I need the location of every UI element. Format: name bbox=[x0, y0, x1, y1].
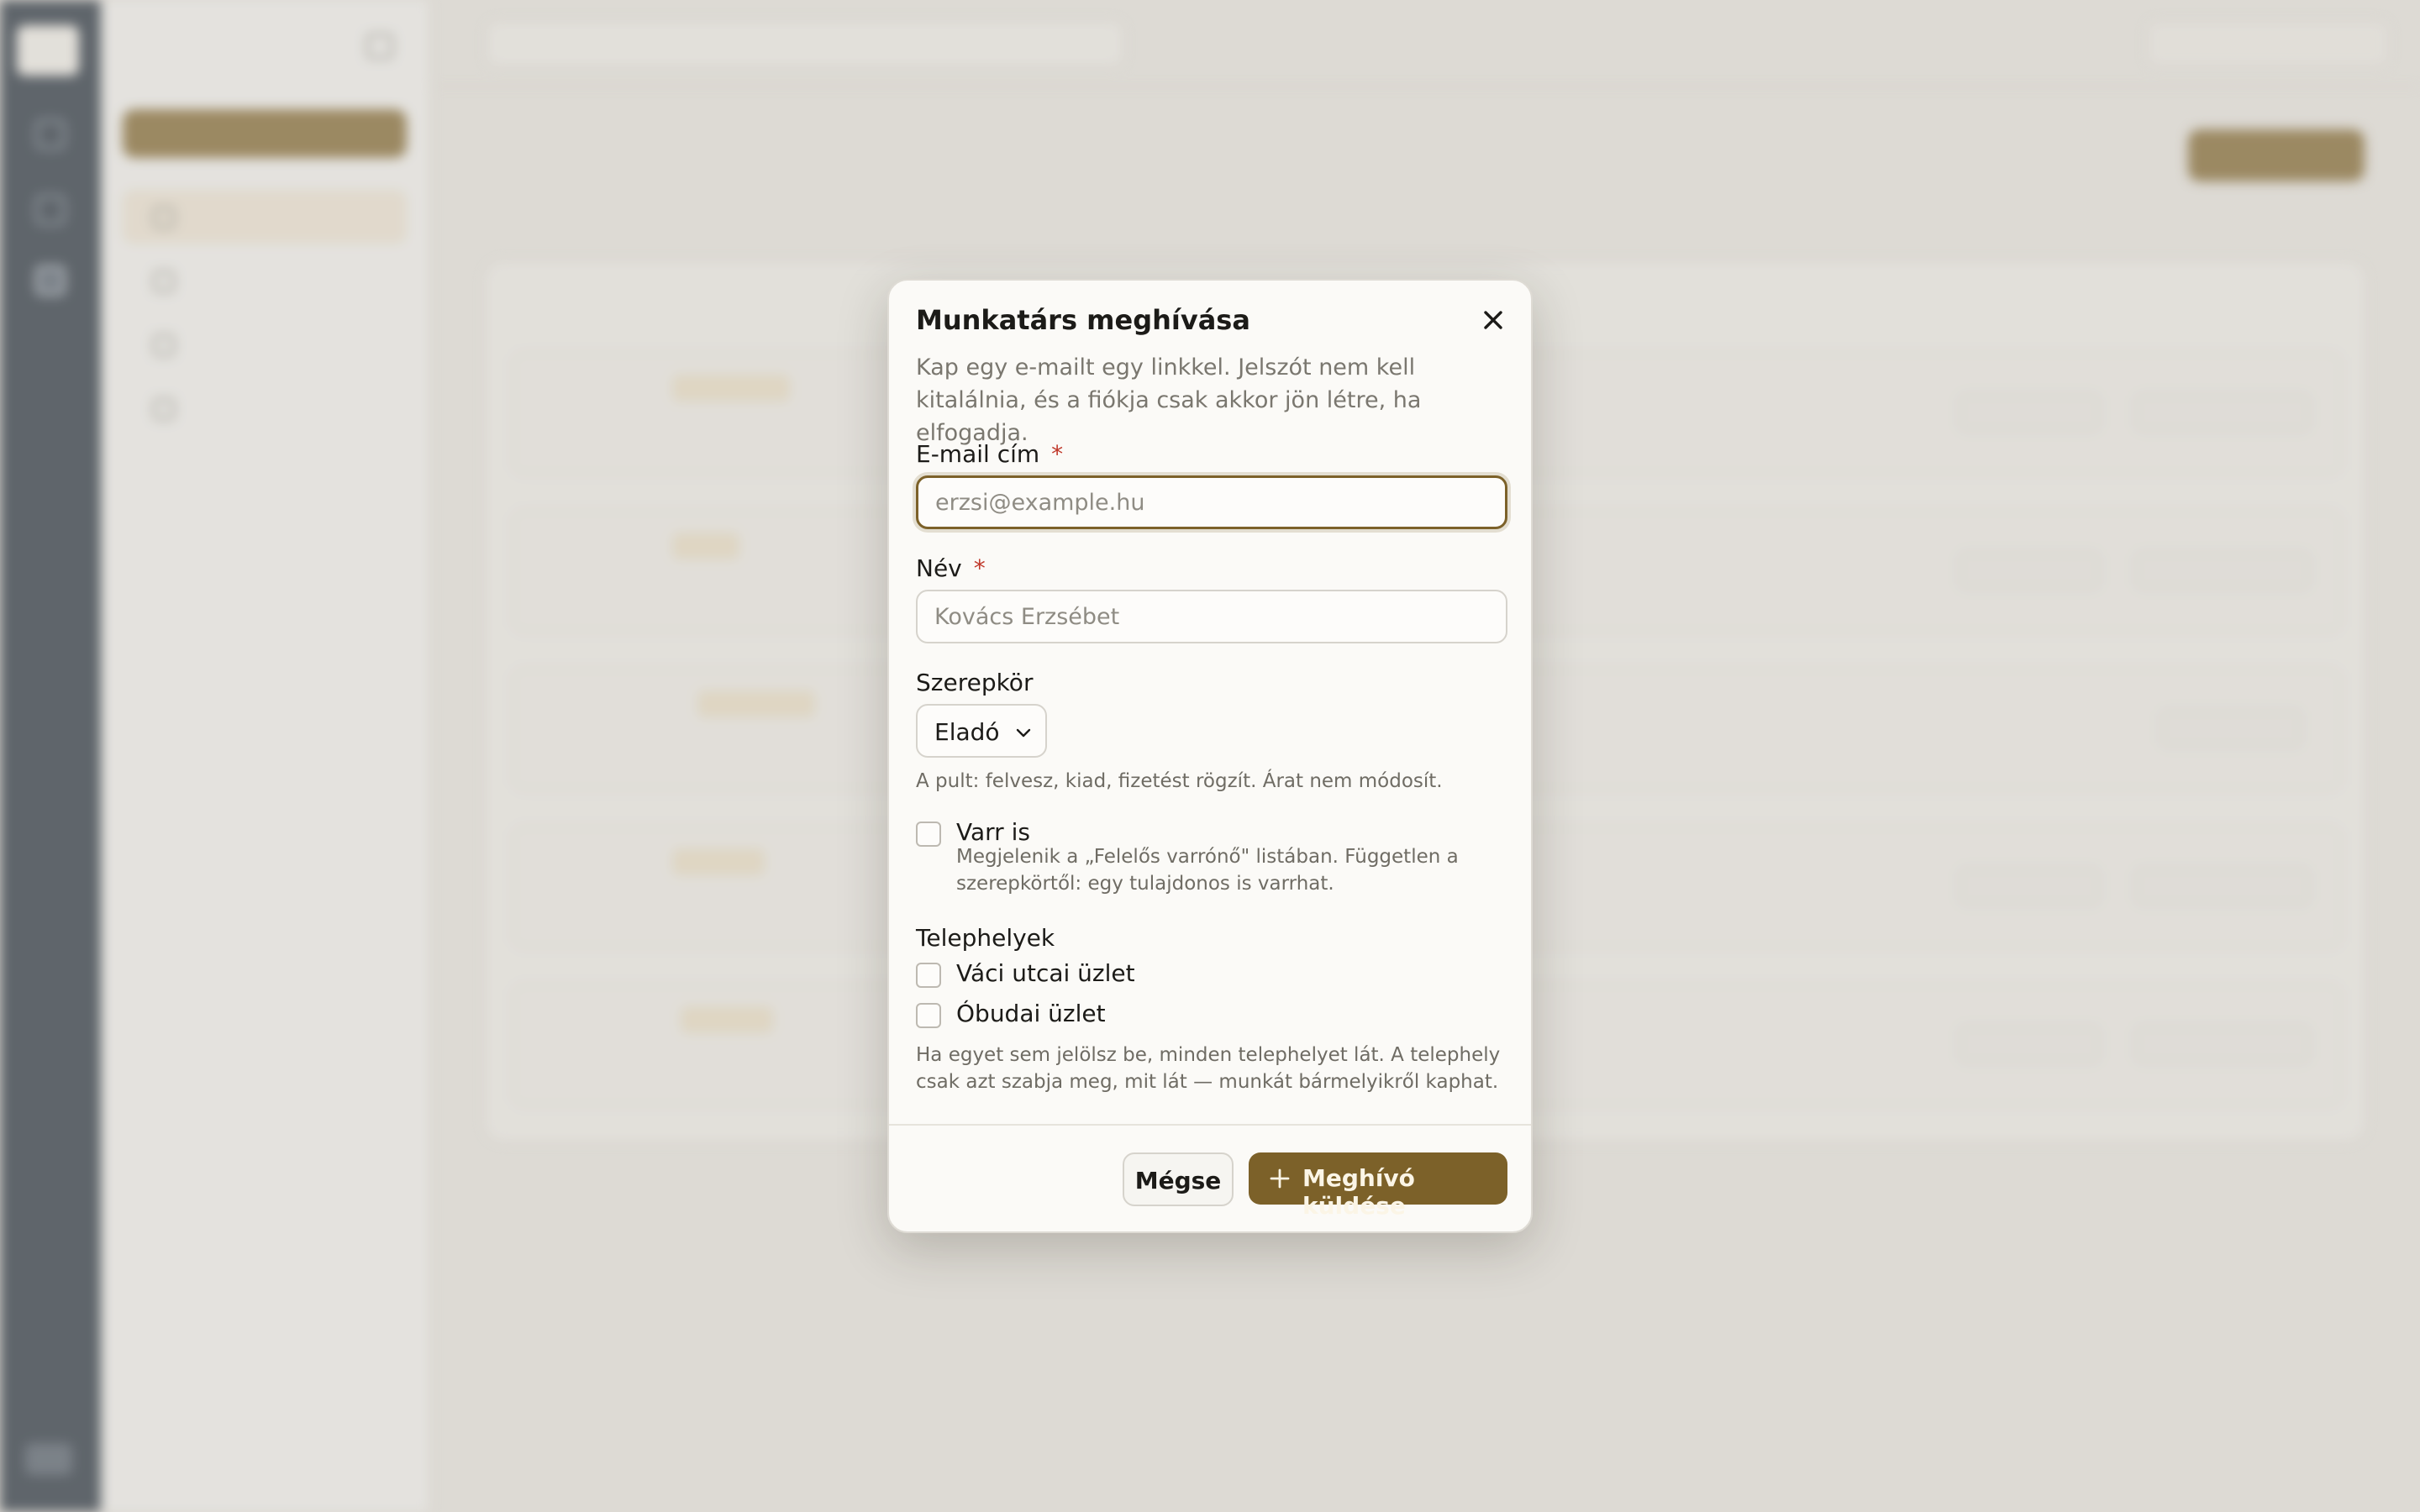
role-help: A pult: felvesz, kiad, fizetést rögzít. … bbox=[916, 770, 1443, 792]
dialog-description: Kap egy e-mailt egy linkkel. Jelszót nem… bbox=[916, 354, 1422, 446]
required-mark: * bbox=[1051, 440, 1064, 468]
close-button[interactable] bbox=[1477, 304, 1509, 336]
email-label: E-mail cím * bbox=[916, 440, 1064, 468]
cancel-button[interactable]: Mégse bbox=[1123, 1152, 1234, 1206]
send-invite-label: Meghívó küldése bbox=[1302, 1164, 1415, 1220]
send-invite-button[interactable]: Meghívó küldése bbox=[1249, 1152, 1507, 1220]
location-label-obudai: Óbudai üzlet bbox=[956, 1000, 1106, 1027]
locations-help: Ha egyet sem jelölsz be, minden telephel… bbox=[916, 1044, 1501, 1093]
location-checkbox-obudai[interactable] bbox=[916, 1003, 941, 1028]
sews-checkbox[interactable] bbox=[916, 822, 941, 847]
role-selected-value: Eladó bbox=[934, 718, 1000, 746]
sews-help: Megjelenik a „Felelős varrónő" listában.… bbox=[956, 846, 1459, 895]
dialog-divider bbox=[889, 1124, 1531, 1126]
chevron-down-icon bbox=[1016, 728, 1031, 738]
location-checkbox-vaci[interactable] bbox=[916, 963, 941, 988]
plus-icon bbox=[1270, 1168, 1290, 1189]
dialog-title: Munkatárs meghívása bbox=[916, 304, 1250, 336]
role-select[interactable]: Eladó bbox=[916, 704, 1047, 758]
location-label-vaci: Váci utcai üzlet bbox=[956, 959, 1135, 987]
locations-label: Telephelyek bbox=[916, 924, 1055, 952]
name-field[interactable] bbox=[916, 590, 1507, 643]
sews-label: Varr is bbox=[956, 818, 1030, 846]
required-mark: * bbox=[973, 554, 986, 582]
close-icon bbox=[1484, 311, 1502, 329]
email-field[interactable] bbox=[916, 475, 1507, 529]
role-label: Szerepkör bbox=[916, 669, 1034, 696]
invite-dialog: Munkatárs meghívása Kap egy e-mailt egy … bbox=[887, 279, 1533, 1233]
name-label: Név * bbox=[916, 554, 986, 582]
